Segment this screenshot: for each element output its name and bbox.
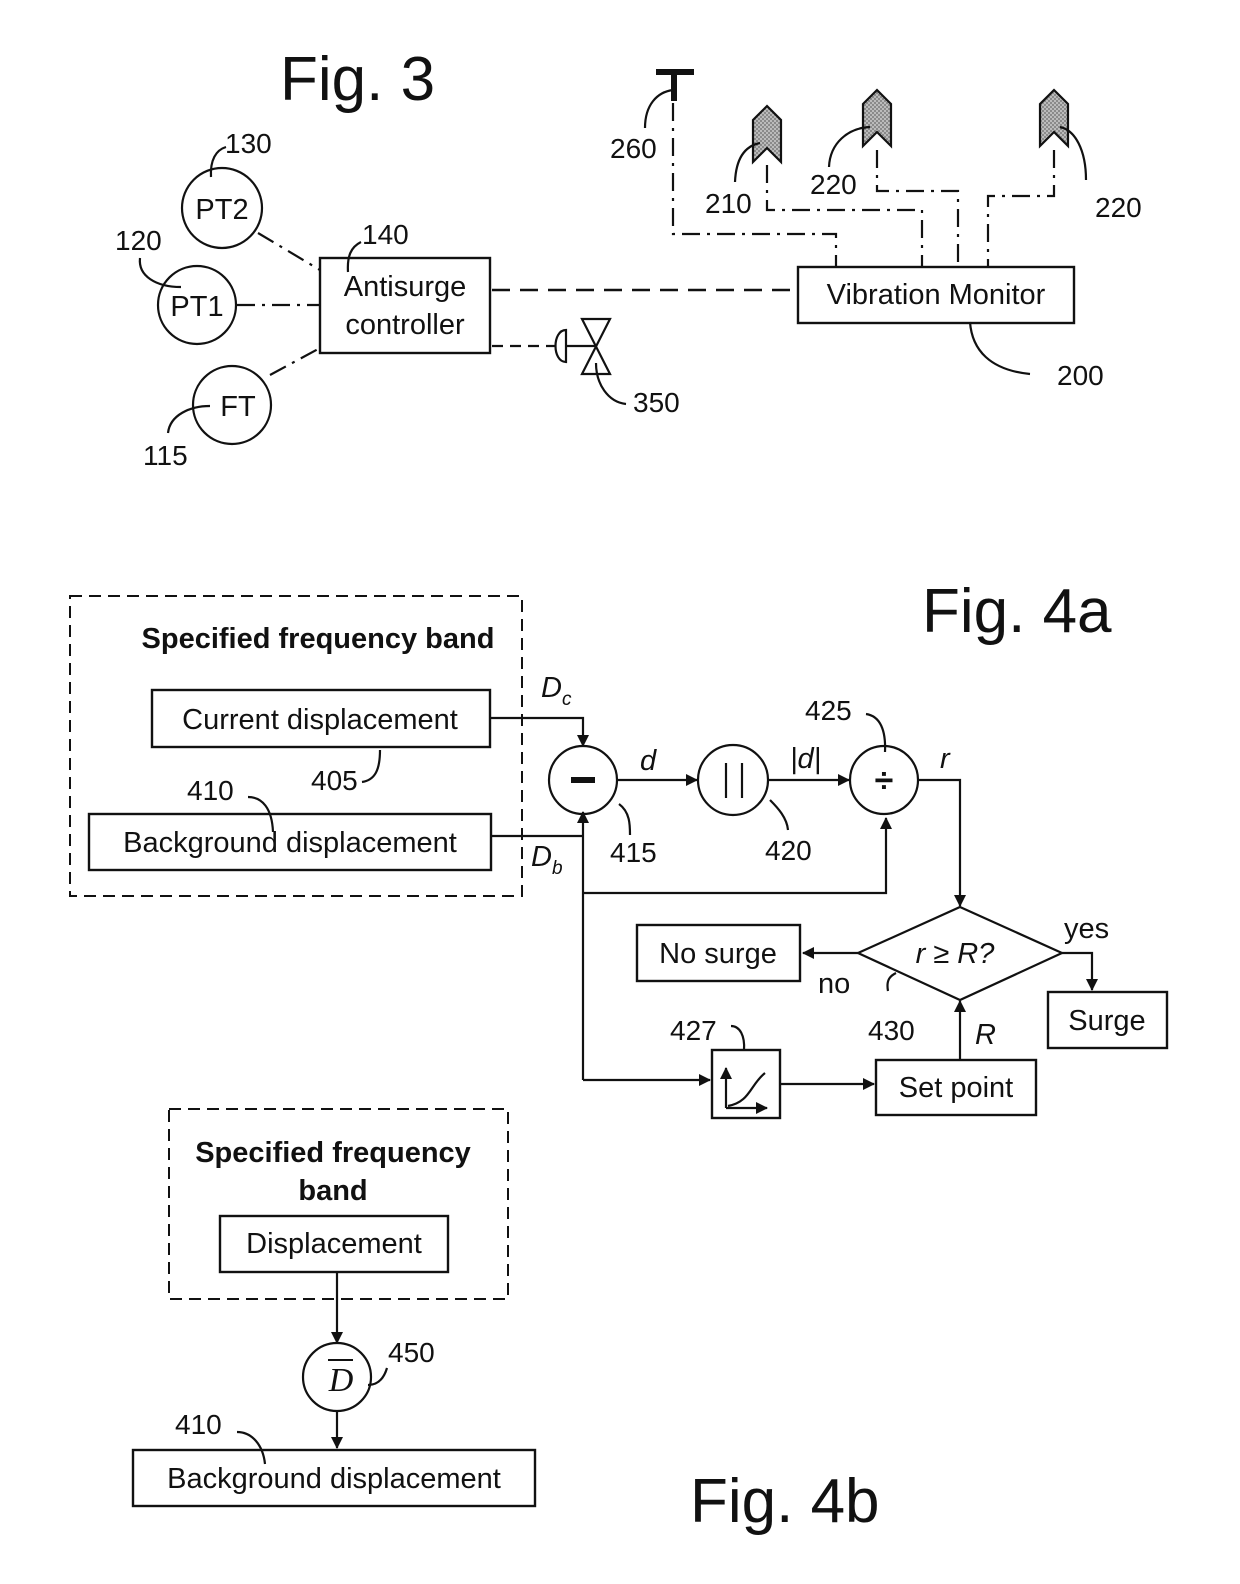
- dc-signal-line: [490, 716, 589, 747]
- subtractor-ref: 415: [610, 837, 657, 868]
- sensor-220a: 220: [810, 88, 893, 200]
- no-surge-label: No surge: [659, 938, 777, 970]
- frequency-band-title-line1: Specified frequency: [195, 1137, 471, 1169]
- abs-d-signal-label: |d|: [790, 743, 821, 775]
- divider-block: ÷ 425: [805, 695, 920, 816]
- decision-ref: 430: [868, 1015, 915, 1046]
- patent-figure-sheet: Fig. 3 PT2 130 PT1 120 FT 115 Antisurge …: [69, 45, 1169, 1536]
- pt2-signal-line: [257, 232, 321, 271]
- sensor-260-ref: 260: [610, 133, 657, 164]
- displacement-block: Displacement: [218, 1214, 450, 1274]
- leader-line: [886, 972, 897, 992]
- figure-3: Fig. 3 PT2 130 PT1 120 FT 115 Antisurge …: [115, 45, 1142, 471]
- frequency-band-title-line2: band: [298, 1175, 367, 1207]
- figure-4a: Fig. 4a Specified frequency band Current…: [69, 577, 1169, 1120]
- fig4b-title: Fig. 4b: [690, 1467, 880, 1536]
- sensor-220b: 220: [1038, 88, 1142, 223]
- leader-line: [618, 803, 632, 836]
- background-displacement-label-4b: Background displacement: [167, 1463, 501, 1495]
- average-ref: 450: [388, 1337, 435, 1368]
- displacement-label: Displacement: [246, 1228, 422, 1260]
- pt1-label: PT1: [170, 291, 223, 323]
- vibration-monitor-label: Vibration Monitor: [827, 279, 1046, 311]
- function-block-ref: 427: [670, 1015, 717, 1046]
- ft-transmitter: FT 115: [143, 364, 273, 471]
- no-branch-label: no: [818, 968, 850, 1000]
- controller-label-line2: controller: [345, 309, 465, 341]
- sensor-260: 260: [610, 69, 694, 164]
- function-block: 427: [670, 1015, 782, 1120]
- set-point-block: Set point: [874, 1058, 1038, 1117]
- yes-branch-label: yes: [1064, 913, 1109, 945]
- controller-ref: 140: [362, 219, 409, 250]
- current-displacement-ref: 405: [311, 765, 358, 796]
- ft-ref: 115: [143, 440, 188, 471]
- no-surge-block: No surge: [635, 923, 802, 983]
- probe-sensor-icon: [1038, 88, 1070, 149]
- divider-ref: 425: [805, 695, 852, 726]
- leader-line: [166, 404, 211, 434]
- leader-line: [594, 362, 627, 406]
- controller-label-line1: Antisurge: [344, 271, 467, 303]
- absolute-ref: 420: [765, 835, 812, 866]
- pt1-ref: 120: [115, 225, 162, 256]
- leader-line: [643, 88, 674, 129]
- pt1-transmitter: PT1 120: [115, 225, 238, 346]
- valve-ref: 350: [633, 387, 680, 418]
- sensor-210: 210: [705, 104, 783, 219]
- frequency-band-title: Specified frequency band: [142, 623, 495, 655]
- current-displacement-label: Current displacement: [182, 704, 458, 736]
- ft-signal-line: [269, 347, 321, 376]
- vibration-monitor-ref: 200: [1057, 360, 1104, 391]
- fig4a-title: Fig. 4a: [922, 577, 1112, 646]
- pt2-ref: 130: [225, 128, 272, 159]
- ft-label: FT: [220, 391, 256, 423]
- leader-line: [730, 1024, 746, 1051]
- d-signal-label: d: [640, 745, 657, 777]
- vibration-monitor: Vibration Monitor 200: [796, 265, 1104, 391]
- yes-branch-line: [1062, 951, 1098, 991]
- average-block: D 450: [301, 1337, 435, 1413]
- db-signal-label: Db: [531, 841, 563, 879]
- background-displacement-ref-4b: 410: [175, 1409, 222, 1440]
- valve-actuator-icon: [554, 328, 568, 364]
- r-signal-line: [918, 778, 966, 907]
- background-displacement-label: Background displacement: [123, 827, 457, 859]
- background-displacement-block-4b: Background displacement 410: [131, 1409, 537, 1508]
- sensor-220a-ref: 220: [810, 169, 857, 200]
- R-signal-label: R: [975, 1019, 996, 1051]
- sensor-220a-wire: [875, 150, 960, 267]
- leader-line: [361, 749, 382, 784]
- pt2-label: PT2: [195, 194, 248, 226]
- fig3-title: Fig. 3: [280, 45, 435, 114]
- average-symbol: D: [328, 1362, 354, 1399]
- surge-label: Surge: [1068, 1005, 1145, 1037]
- leader-line: [209, 145, 227, 178]
- divide-icon: ÷: [875, 762, 894, 800]
- surge-block: Surge: [1046, 990, 1169, 1050]
- set-point-label: Set point: [899, 1072, 1013, 1104]
- antisurge-valve: 350: [554, 317, 680, 418]
- background-displacement-block: Background displacement 410: [87, 775, 493, 872]
- background-displacement-ref: 410: [187, 775, 234, 806]
- minus-icon: [571, 777, 595, 783]
- decision-label: r ≥ R?: [916, 938, 996, 970]
- dc-signal-label: Dc: [541, 672, 572, 710]
- figure-4b: Fig. 4b Specified frequency band Displac…: [131, 1108, 880, 1536]
- leader-line: [769, 799, 790, 831]
- probe-sensor-icon: [861, 88, 893, 149]
- leader-line: [968, 321, 1031, 376]
- r-signal-label: r: [940, 743, 951, 775]
- pt2-transmitter: PT2 130: [180, 128, 272, 250]
- probe-sensor-icon: [751, 104, 783, 165]
- sensor-210-ref: 210: [705, 188, 752, 219]
- sensor-220b-ref: 220: [1095, 192, 1142, 223]
- antisurge-controller: Antisurge controller 140: [318, 219, 492, 355]
- sensor-220b-wire: [986, 150, 1056, 267]
